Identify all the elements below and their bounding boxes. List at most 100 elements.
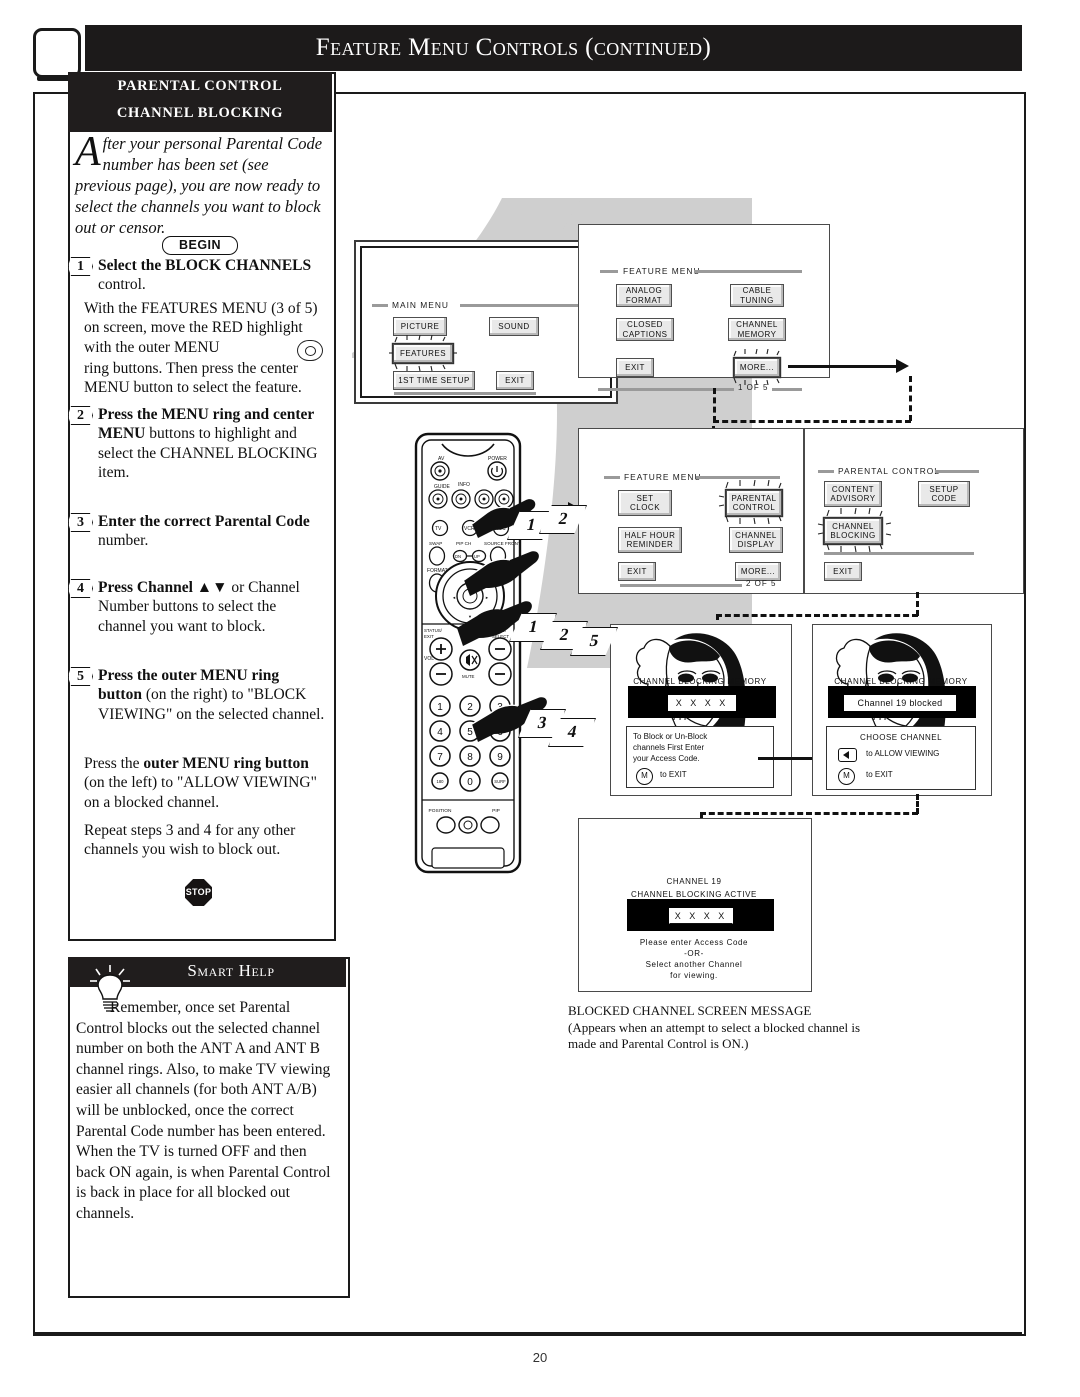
connector-dash-vertical-1 <box>713 388 716 422</box>
highlight-sparkle-parental-control <box>718 480 782 524</box>
cbm-exit-label-1: to EXIT <box>660 770 687 779</box>
step-4-lead-bold: Press Channel ▲▼ <box>98 579 228 596</box>
step-4-text: Press Channel ▲▼ or Channel Number butto… <box>78 578 326 636</box>
svg-text:TV: TV <box>435 526 442 532</box>
blocked-message-line2: CHANNEL BLOCKING ACTIVE <box>631 890 757 899</box>
parental-control-button-exit[interactable]: EXIT <box>824 562 862 581</box>
connector-dash-vertical-5 <box>916 794 919 814</box>
main-menu-button-first-time-setup[interactable]: 1ST TIME SETUP <box>393 371 475 390</box>
svg-text:7: 7 <box>437 752 443 763</box>
main-menu-button-picture[interactable]: PICTURE <box>393 317 447 336</box>
intro-body: fter your personal Parental Code number … <box>75 134 323 237</box>
step-1-lead-tail: control. <box>98 276 146 294</box>
feature-menu-2-button-half-hour-reminder[interactable]: HALF HOUR REMINDER <box>618 527 682 553</box>
cbm-exit-button-2[interactable]: M <box>838 768 855 785</box>
tv-bezel-icon <box>33 28 81 81</box>
parental-control-title: PARENTAL CONTROL <box>838 466 940 476</box>
feature-menu-1-button-closed-captions[interactable]: CLOSED CAPTIONS <box>616 318 674 341</box>
main-menu-button-sound[interactable]: SOUND <box>489 317 539 336</box>
cbm-info-line1: To Block or Un-Block <box>633 732 708 741</box>
connector-dash-horizontal-1 <box>713 420 911 423</box>
step-1: 1 Select the BLOCK CHANNELS control. <box>68 256 326 295</box>
connector-more-right <box>788 365 898 368</box>
step-1-lead: Select the BLOCK CHANNELS control. <box>78 256 326 295</box>
step-5-number: 5 <box>68 667 93 686</box>
feature-menu-1-button-analog-format[interactable]: ANALOG FORMAT <box>616 284 672 307</box>
feature-menu-1-title: FEATURE MENU <box>623 266 701 276</box>
step-3-lead-bold: Enter the correct Parental Code <box>98 513 310 530</box>
svg-text:180: 180 <box>437 779 445 784</box>
svg-text:AV: AV <box>438 456 445 462</box>
svg-text:4: 4 <box>437 727 443 738</box>
cbm-code-entry-field[interactable]: X X X X <box>668 695 736 711</box>
cbm-info-line2: channels First Enter <box>633 743 705 752</box>
step-3-text: Enter the correct Parental Code number. <box>78 512 326 551</box>
svg-text:INFO: INFO <box>458 482 470 488</box>
blocked-message-line1: CHANNEL 19 <box>666 877 722 886</box>
step-5-extra-tail: (on the left) to "ALLOW VIEWING" on a bl… <box>84 774 317 811</box>
connector-dash-vertical-3 <box>916 592 919 616</box>
arrow-right-more <box>896 359 909 373</box>
step-3-number: 3 <box>68 513 93 532</box>
feature-menu-2-button-exit[interactable]: EXIT <box>618 562 656 581</box>
svg-text:PIP: PIP <box>492 808 500 814</box>
drop-cap: A <box>75 129 101 175</box>
cbm-blocked-title: CHANNEL BLOCKING MEMORY <box>834 677 968 686</box>
feature-menu-2-button-channel-display[interactable]: CHANNEL DISPLAY <box>729 527 783 553</box>
feature-menu-1-button-exit[interactable]: EXIT <box>616 358 654 377</box>
cbm-info-line3: your Access Code. <box>633 754 700 763</box>
cbm-exit-button-1[interactable]: M <box>636 768 653 785</box>
cbm-code-entry-title: CHANNEL BLOCKING MEMORY <box>633 677 767 686</box>
feature-menu-1-button-cable-tuning[interactable]: CABLE TUNING <box>730 284 784 307</box>
step-5: 5 Press the outer MENU ring button (on t… <box>68 666 326 724</box>
feature-menu-1-button-channel-memory[interactable]: CHANNEL MEMORY <box>728 318 786 341</box>
menu-ring-icon <box>297 340 323 361</box>
blocked-message-code-field[interactable]: X X X X <box>669 908 733 924</box>
parental-control-button-content-advisory[interactable]: CONTENT ADVISORY <box>824 481 882 507</box>
instruction-title-line2: CHANNEL BLOCKING <box>116 105 284 121</box>
connector-cbm-right <box>758 757 816 760</box>
svg-text:0: 0 <box>467 777 473 788</box>
step-1-body2-text: ring buttons. Then press the center MENU… <box>84 360 302 397</box>
svg-text:SURF: SURF <box>494 779 506 784</box>
blocked-message-caption: BLOCKED CHANNEL SCREEN MESSAGE (Appears … <box>568 1003 868 1053</box>
feature-menu-2-page-indicator: 2 OF 5 <box>746 579 777 588</box>
step-1-body-text: With the FEATURES MENU (3 of 5) on scree… <box>84 300 318 356</box>
parental-control-button-setup-code[interactable]: SETUP CODE <box>918 481 970 507</box>
connector-dash-horizontal-3 <box>700 812 918 815</box>
connector-dash-vertical-2 <box>909 376 912 421</box>
step-2-number: 2 <box>68 406 93 425</box>
cbm-exit-label-2: to EXIT <box>866 770 893 779</box>
svg-text:SWAP: SWAP <box>429 541 442 546</box>
page-header-bar: Feature Menu Controls (continued) <box>85 25 1022 71</box>
step-2-text: Press the MENU ring and center MENU butt… <box>78 405 326 483</box>
cbm-blocked-status-field: Channel 19 blocked <box>844 695 956 711</box>
caption-body: (Appears when an attempt to select a blo… <box>568 1019 861 1052</box>
step-5-extra: Press the outer MENU ring button (on the… <box>78 754 326 812</box>
page-number: 20 <box>532 1350 548 1365</box>
smart-help-body-text: Remember, once set Parental Control bloc… <box>76 999 331 1140</box>
highlight-sparkle-channel-blocking <box>817 508 891 552</box>
step-3: 3 Enter the correct Parental Code number… <box>68 512 326 551</box>
connector-dash-horizontal-2 <box>716 614 918 617</box>
smart-help-body2-text: When the TV is turned OFF and then back … <box>76 1143 331 1222</box>
svg-text:EXIT: EXIT <box>424 634 434 639</box>
footer-rule <box>33 1332 1022 1334</box>
main-menu-title: MAIN MENU <box>392 300 449 310</box>
cbm-allow-viewing-label: to ALLOW VIEWING <box>866 749 940 758</box>
blocked-message-note4: for viewing. <box>670 971 718 980</box>
step-3-tail: number. <box>98 532 149 550</box>
svg-text:POWER: POWER <box>488 456 507 462</box>
highlight-sparkle-more-1 <box>733 349 780 385</box>
feature-menu-2-button-set-clock[interactable]: SET CLOCK <box>618 490 672 516</box>
blocked-message-note2: -OR- <box>684 949 704 958</box>
step-1-lead-bold: Select the BLOCK CHANNELS <box>98 257 312 274</box>
intro-paragraph: After your personal Parental Code number… <box>75 129 325 238</box>
feature-menu-2-title: FEATURE MENU <box>624 472 702 482</box>
step-5-extra-text: Press the outer MENU ring button (on the… <box>78 754 326 812</box>
main-menu-button-exit[interactable]: EXIT <box>496 371 534 390</box>
step-5-extra-bold: outer MENU ring button <box>143 755 309 772</box>
begin-badge: BEGIN <box>162 236 238 255</box>
left-arrow-button-icon[interactable] <box>838 748 857 762</box>
blocked-message-note3: Select another Channel <box>645 960 743 969</box>
